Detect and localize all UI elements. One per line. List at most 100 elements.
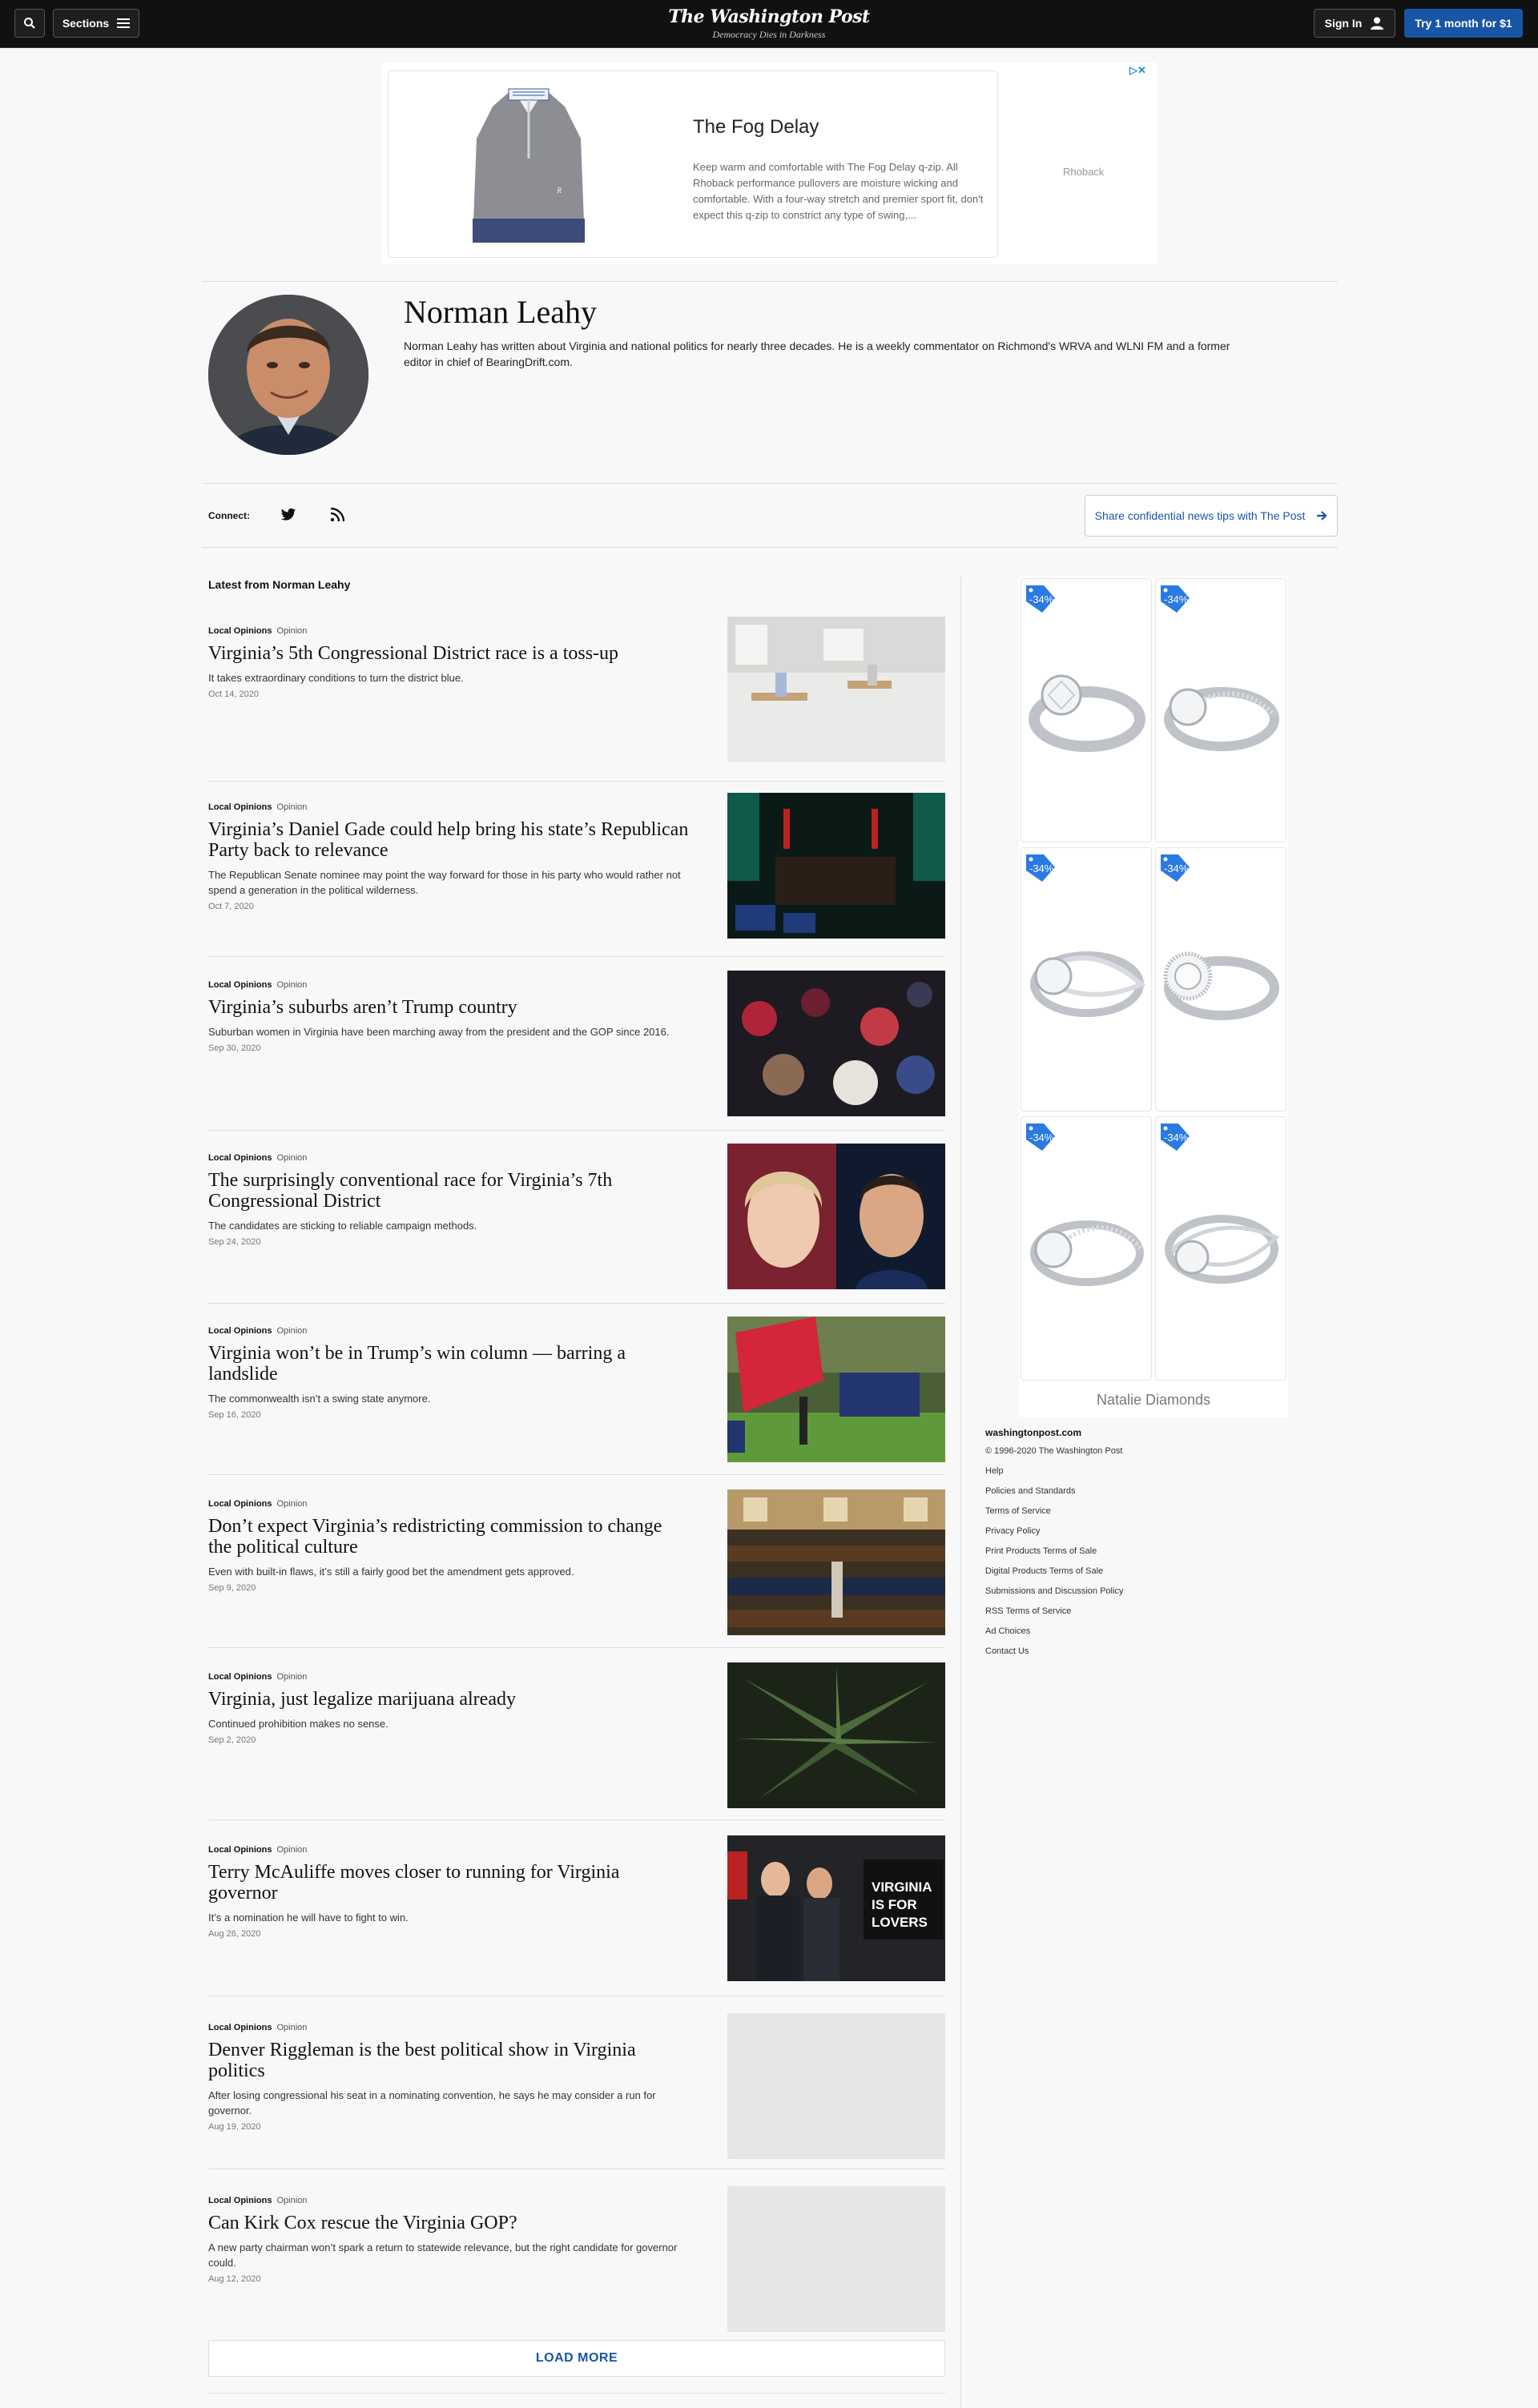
footer-copyright: © 1996-2020 The Washington Post	[985, 1446, 1123, 1456]
article-item[interactable]: Local Opinions Opinion Terry McAuliffe mo…	[208, 1835, 945, 1981]
footer-link[interactable]: Contact Us	[985, 1646, 1123, 1666]
ad-product-card[interactable]: -34%	[1155, 847, 1286, 1112]
article-kind: Opinion	[276, 1845, 308, 1855]
footer-link[interactable]: Privacy Policy	[985, 1526, 1123, 1546]
article-blurb: Continued prohibition makes no sense.	[208, 1718, 389, 1730]
ring-image	[1029, 674, 1145, 752]
subscribe-button[interactable]: Try 1 month for $1	[1404, 9, 1523, 38]
article-blurb: Suburban women in Virginia have been mar…	[208, 1026, 670, 1038]
footer-link[interactable]: Submissions and Discussion Policy	[985, 1586, 1123, 1606]
user-icon	[1371, 17, 1384, 30]
article-item[interactable]: Local Opinions Opinion Virginia won’t be …	[208, 1317, 945, 1462]
article-thumbnail[interactable]	[727, 1144, 945, 1289]
footer-site[interactable]: washingtonpost.com	[985, 1427, 1123, 1438]
discount-label: -34%	[1164, 593, 1189, 605]
ad-product-card[interactable]: -34%	[1021, 1116, 1152, 1381]
ring-image	[1030, 951, 1146, 1017]
ad-product-card[interactable]: -34%	[1155, 1116, 1286, 1381]
article-item[interactable]: Local Opinions Opinion Don’t expect Virgi…	[208, 1489, 945, 1635]
article-kind: Opinion	[276, 2023, 308, 2032]
article-thumbnail-placeholder[interactable]	[727, 2186, 945, 2332]
article-item[interactable]: Local Opinions Opinion Virginia’s Daniel …	[208, 793, 945, 939]
article-thumbnail[interactable]: VIRGINIA IS FOR LOVERS	[727, 1835, 945, 1981]
menu-icon	[117, 18, 131, 28]
article-section[interactable]: Local Opinions	[208, 2196, 272, 2205]
ring-image	[1030, 1220, 1144, 1286]
arrow-right-icon	[1317, 511, 1327, 521]
article-section[interactable]: Local Opinions	[208, 802, 272, 812]
footer-link[interactable]: RSS Terms of Service	[985, 1606, 1123, 1626]
article-section[interactable]: Local Opinions	[208, 2023, 272, 2032]
article-item[interactable]: Local Opinions Opinion Denver Riggleman i…	[208, 2013, 945, 2159]
article-headline[interactable]: Virginia won’t be in Trump’s win column …	[208, 1343, 689, 1385]
svg-text:LOVERS: LOVERS	[872, 1915, 928, 1930]
article-kind: Opinion	[276, 1499, 308, 1509]
site-logo[interactable]: The Washington Post Democracy Dies in Da…	[609, 6, 929, 41]
sections-label: Sections	[62, 17, 110, 30]
article-thumbnail[interactable]	[727, 793, 945, 939]
ad-card[interactable]: R The Fog Delay Keep warm and comfortabl…	[388, 70, 1104, 258]
load-more-button[interactable]: LOAD MORE	[208, 2340, 945, 2377]
article-section[interactable]: Local Opinions	[208, 1499, 272, 1509]
footer-link[interactable]: Terms of Service	[985, 1506, 1123, 1526]
article-headline[interactable]: Terry McAuliffe moves closer to running …	[208, 1862, 689, 1903]
article-item[interactable]: Local Opinions Opinion Virginia’s suburbs…	[208, 971, 945, 1116]
sections-button[interactable]: Sections	[53, 9, 139, 38]
ad-brand[interactable]: Rhoback	[1063, 166, 1104, 178]
ad-title[interactable]: The Fog Delay	[693, 116, 819, 139]
article-section[interactable]: Local Opinions	[208, 1326, 272, 1336]
article-item[interactable]: Local Opinions Opinion Virginia, just leg…	[208, 1662, 945, 1808]
article-section[interactable]: Local Opinions	[208, 1153, 272, 1163]
ad-choices-icon[interactable]: ▷✕	[1129, 64, 1146, 77]
article-headline[interactable]: Can Kirk Cox rescue the Virginia GOP?	[208, 2213, 689, 2233]
discount-label: -34%	[1029, 593, 1054, 605]
article-item[interactable]: Local Opinions Opinion Can Kirk Cox rescu…	[208, 2186, 945, 2332]
article-thumbnail[interactable]	[727, 1489, 945, 1635]
discount-label: -34%	[1164, 1132, 1189, 1144]
ad-product-card[interactable]: -34%	[1021, 578, 1152, 842]
column-divider	[960, 577, 961, 2408]
footer-link[interactable]: Digital Products Terms of Sale	[985, 1566, 1123, 1586]
article-headline[interactable]: Don’t expect Virginia’s redistricting co…	[208, 1516, 689, 1558]
ad-product-card[interactable]: -34%	[1021, 847, 1152, 1112]
article-thumbnail[interactable]	[727, 1317, 945, 1462]
rss-icon[interactable]	[330, 508, 344, 522]
twitter-icon[interactable]	[280, 508, 296, 522]
logo-name: The Washington Post	[668, 6, 870, 27]
article-kind: Opinion	[276, 626, 308, 636]
article-section[interactable]: Local Opinions	[208, 980, 272, 990]
author-bio: Norman Leahy has written about Virginia …	[404, 340, 1230, 368]
article-item[interactable]: Local Opinions Opinion The surprisingly c…	[208, 1144, 945, 1289]
divider	[208, 1303, 945, 1304]
divider	[208, 956, 945, 957]
footer-link[interactable]: Policies and Standards	[985, 1486, 1123, 1506]
footer-link[interactable]: Ad Choices	[985, 1626, 1123, 1646]
article-thumbnail[interactable]	[727, 617, 945, 762]
ad-brand[interactable]: Natalie Diamonds	[1019, 1392, 1288, 1409]
search-button[interactable]	[14, 9, 45, 38]
ad-product-card[interactable]: -34%	[1155, 578, 1286, 842]
news-tips-button[interactable]: Share confidential news tips with The Po…	[1085, 495, 1338, 537]
article-headline[interactable]: Virginia’s suburbs aren’t Trump country	[208, 997, 689, 1018]
sign-in-button[interactable]: Sign In	[1314, 9, 1395, 38]
divider	[208, 1474, 945, 1475]
sidebar-advertisement[interactable]: ▷✕ -34% -34% -34% -34% -34%	[1019, 577, 1288, 1417]
article-headline[interactable]: Virginia’s 5th Congressional District ra…	[208, 643, 689, 664]
top-advertisement[interactable]: ▷✕ R The Fog Delay Keep warm and comfort…	[381, 62, 1157, 264]
article-thumbnail[interactable]	[727, 1662, 945, 1808]
article-thumbnail[interactable]	[727, 971, 945, 1116]
article-headline[interactable]: The surprisingly conventional race for V…	[208, 1170, 689, 1212]
article-section[interactable]: Local Opinions	[208, 1672, 272, 1682]
article-kind: Opinion	[276, 802, 308, 812]
article-item[interactable]: Local Opinions Opinion Virginia’s 5th Con…	[208, 617, 945, 762]
article-headline[interactable]: Denver Riggleman is the best political s…	[208, 2040, 689, 2081]
article-headline[interactable]: Virginia’s Daniel Gade could help bring …	[208, 819, 689, 861]
article-section[interactable]: Local Opinions	[208, 1845, 272, 1855]
article-headline[interactable]: Virginia, just legalize marijuana alread…	[208, 1689, 689, 1710]
article-section[interactable]: Local Opinions	[208, 626, 272, 636]
footer-link[interactable]: Print Products Terms of Sale	[985, 1546, 1123, 1566]
ring-image	[1164, 687, 1279, 751]
footer-link[interactable]: Help	[985, 1466, 1123, 1486]
article-thumbnail-placeholder[interactable]	[727, 2013, 945, 2159]
article-kind: Opinion	[276, 980, 308, 990]
